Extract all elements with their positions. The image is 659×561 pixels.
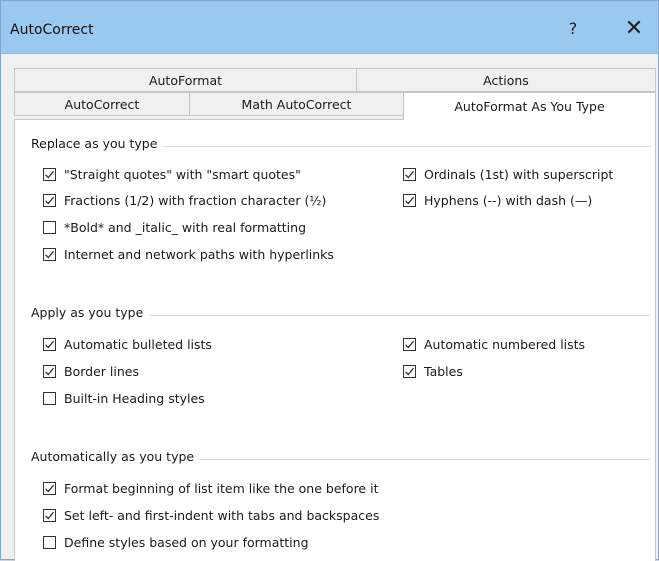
help-button[interactable]: ? [561,17,585,41]
option-label: Set left- and first-indent with tabs and… [64,507,380,523]
option-label: Internet and network paths with hyperlin… [64,246,334,262]
option-border-lines[interactable]: Border lines [43,362,139,380]
section-title-automatic: Automatically as you type [31,449,201,464]
autocorrect-dialog: AutoCorrect ? ✕ AutoFormat Actions AutoC… [0,0,659,561]
close-button[interactable]: ✕ [619,15,649,43]
option-ordinals[interactable]: Ordinals (1st) with superscript [403,165,613,183]
option-hyperlinks[interactable]: Internet and network paths with hyperlin… [43,245,334,263]
option-label: Format beginning of list item like the o… [64,480,379,496]
dialog-title: AutoCorrect [10,22,94,38]
checkbox[interactable] [43,193,56,207]
tab-autoformat[interactable]: AutoFormat [14,68,357,92]
option-fractions[interactable]: Fractions (1/2) with fraction character … [43,191,326,209]
option-label: Define styles based on your formatting [64,534,309,550]
option-numbered-lists[interactable]: Automatic numbered lists [403,335,585,353]
option-define-styles[interactable]: Define styles based on your formatting [43,533,309,551]
option-label: Ordinals (1st) with superscript [424,166,614,182]
option-label: Border lines [64,363,139,379]
tab-math-autocorrect[interactable]: Math AutoCorrect [189,92,404,116]
option-format-list-item[interactable]: Format beginning of list item like the o… [43,479,378,497]
checkbox[interactable] [43,167,56,181]
checkbox[interactable] [43,364,56,378]
checkbox[interactable] [43,391,56,405]
option-bulleted-lists[interactable]: Automatic bulleted lists [43,335,212,353]
checkbox[interactable] [403,337,416,351]
option-label: Automatic bulleted lists [64,336,212,352]
option-label: *Bold* and _italic_ with real formatting [64,219,307,235]
option-indent-tabs[interactable]: Set left- and first-indent with tabs and… [43,506,379,524]
section-title-apply: Apply as you type [31,305,150,320]
checkbox[interactable] [403,364,416,378]
option-label: Built-in Heading styles [64,390,205,406]
option-label: Tables [424,363,463,379]
section-title-replace: Replace as you type [31,136,164,151]
option-label: Fractions (1/2) with fraction character … [64,192,327,208]
option-hyphens[interactable]: Hyphens (--) with dash (—) [403,191,592,209]
checkbox[interactable] [43,535,56,549]
option-label: "Straight quotes" with "smart quotes" [64,166,301,182]
title-bar: AutoCorrect ? ✕ [1,1,658,54]
checkbox[interactable] [43,247,56,261]
checkbox[interactable] [43,481,56,495]
option-tables[interactable]: Tables [403,362,463,380]
option-heading-styles[interactable]: Built-in Heading styles [43,389,205,407]
option-bold-italic[interactable]: *Bold* and _italic_ with real formatting [43,218,306,236]
tab-actions[interactable]: Actions [356,68,656,92]
option-label: Automatic numbered lists [424,336,586,352]
option-smart-quotes[interactable]: "Straight quotes" with "smart quotes" [43,165,301,183]
checkbox[interactable] [43,508,56,522]
checkbox[interactable] [43,337,56,351]
checkbox[interactable] [403,167,416,181]
checkbox[interactable] [403,193,416,207]
tab-autocorrect[interactable]: AutoCorrect [14,92,190,116]
tab-panel: Replace as you type "Straight quotes" wi… [14,119,656,561]
tab-autoformat-as-you-type[interactable]: AutoFormat As You Type [403,92,656,120]
option-label: Hyphens (--) with dash (—) [424,192,593,208]
checkbox[interactable] [43,220,56,234]
